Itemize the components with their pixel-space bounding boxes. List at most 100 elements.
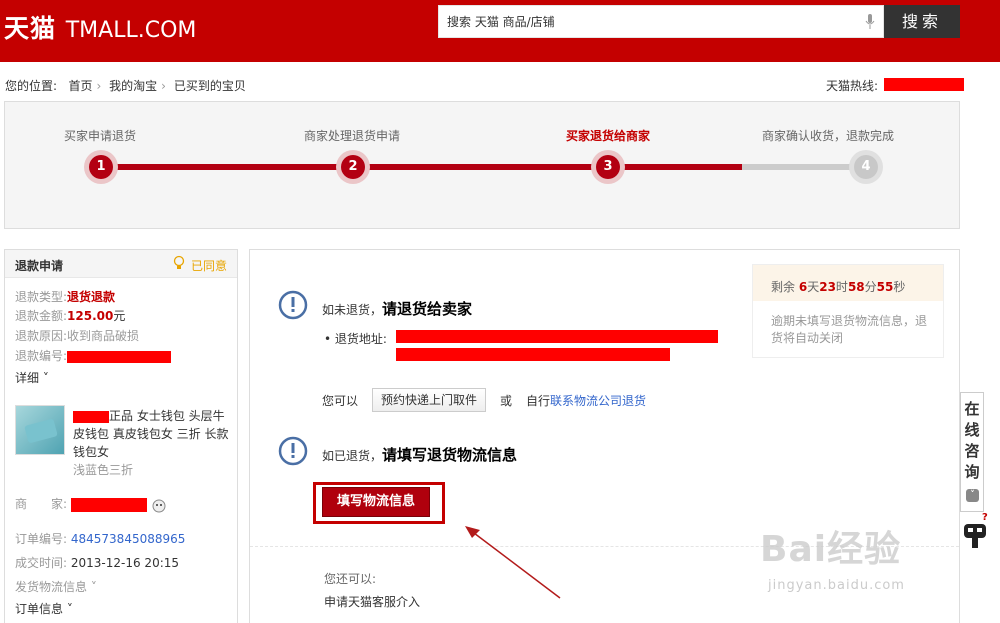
return-to-seller-message: 如未退货，请退货给卖家 (322, 298, 472, 319)
countdown-seconds-unit: 秒 (893, 280, 906, 294)
baidu-watermark: Bai经验 (760, 529, 902, 570)
chevron-down-icon: ˅ (66, 602, 73, 616)
chat-tab-char-3: 咨 (964, 442, 980, 460)
breadcrumb: 您的位置: 首页 › 我的淘宝 › 已买到的宝贝 (5, 77, 246, 94)
schedule-pickup-button[interactable]: 预约快递上门取件 (372, 388, 486, 412)
redacted-address-line-1 (396, 330, 718, 343)
microphone-icon[interactable] (865, 14, 875, 30)
countdown-seconds: 55 (876, 280, 894, 294)
refund-amount-row: 退款金额:125.00元 (15, 307, 125, 324)
return-address-label: 退货地址: (334, 332, 387, 346)
refund-amount-unit: 元 (113, 309, 126, 323)
chat-tab-char-2: 线 (964, 421, 980, 439)
product-title[interactable]: 正品 女士钱包 头层牛皮钱包 真皮钱包女 三折 长款钱包女 (73, 407, 233, 461)
wangwang-chat-icon[interactable] (151, 497, 167, 513)
apply-customer-service-link[interactable]: 申请天猫客服介入 (324, 593, 420, 610)
exclamation-icon (278, 436, 308, 466)
refund-summary-panel: 退款申请 已同意 退款类型:退货退款 退款金额:125.00元 退款原因:收到商… (4, 249, 238, 623)
refund-detail-label: 详细 (15, 371, 40, 385)
contact-logistics-link[interactable]: 联系物流公司退货 (550, 394, 646, 408)
product-color: 浅蓝色三折 (73, 463, 134, 477)
self-ship-row: 自行联系物流公司退货 (526, 392, 646, 409)
countdown-header: 剩余 6天23时58分55秒 (753, 265, 943, 301)
refund-amount-value: 125.00 (67, 309, 114, 323)
step-4-label: 商家确认收货，退款完成 (761, 129, 894, 143)
product-thumbnail[interactable] (15, 405, 65, 455)
msg2-bold: 请填写退货物流信息 (382, 446, 518, 464)
fill-logistics-message: 如已退货，请填写退货物流信息 (322, 444, 517, 465)
step-4-node: 4 (849, 150, 883, 184)
redacted-refund-id (67, 350, 172, 363)
shipping-info-row[interactable]: 发货物流信息 ˅ (15, 578, 97, 595)
mascot-icon[interactable]: ? (960, 510, 998, 550)
search-input[interactable] (447, 14, 847, 28)
deal-time-value: 2013-12-16 20:15 (70, 556, 180, 570)
countdown-prefix: 剩余 (771, 280, 796, 294)
seller-row: 商 家: (15, 495, 167, 513)
refund-type-row: 退款类型:退货退款 (15, 288, 115, 305)
redacted-product-brand (73, 410, 109, 423)
deal-time-row: 成交时间: 2013-12-16 20:15 (15, 554, 179, 571)
breadcrumb-bought-items[interactable]: 已买到的宝贝 (174, 79, 246, 93)
chevron-down-icon[interactable]: ˅ (966, 489, 979, 502)
refund-status: 已同意 (190, 259, 227, 273)
countdown-timer: 剩余 6天23时58分55秒 (771, 278, 905, 295)
chevron-right-icon: › (161, 79, 166, 93)
step-2-number: 2 (341, 155, 365, 179)
countdown-days-unit: 天 (807, 280, 820, 294)
chevron-right-icon: › (96, 79, 102, 93)
refund-reason-label: 退款原因: (15, 329, 68, 343)
step-1-node: 1 (84, 150, 118, 184)
seller-label: 商 家: (15, 497, 68, 511)
order-id-label: 订单编号: (15, 532, 68, 546)
lightbulb-icon (173, 255, 185, 269)
countdown-minutes: 58 (847, 280, 865, 294)
refund-title: 退款申请 (15, 259, 64, 273)
also-can-label: 您还可以: (324, 572, 377, 586)
refund-id-row: 退款编号: (15, 347, 172, 364)
step-2-node: 2 (336, 150, 370, 184)
fill-logistics-button[interactable]: 填写物流信息 (322, 487, 430, 517)
step-3-number: 3 (596, 155, 620, 179)
step-3-node: 3 (591, 150, 625, 184)
redacted-seller-name (71, 497, 148, 512)
svg-text:?: ? (982, 512, 988, 523)
or-label: 或 (500, 394, 513, 408)
return-address-row: • 退货地址: (324, 332, 387, 346)
refund-id-label: 退款编号: (15, 349, 68, 363)
order-id-row: 订单编号: 484573845088965 (15, 530, 185, 547)
search-box (438, 5, 884, 38)
countdown-minutes-unit: 分 (864, 280, 877, 294)
tmall-logo[interactable]: 天猫 TMALL.COM (4, 9, 196, 45)
breadcrumb-my-taobao[interactable]: 我的淘宝 (109, 79, 157, 93)
refund-summary-header: 退款申请 已同意 (5, 250, 237, 278)
countdown-hours: 23 (819, 280, 836, 294)
chat-tab-char-4: 询 (964, 463, 980, 481)
progress-track-done (101, 164, 742, 170)
order-id-link[interactable]: 484573845088965 (71, 532, 186, 546)
logo-cn: 天猫 (4, 14, 57, 43)
refund-reason-value: 收到商品破损 (67, 329, 140, 343)
refund-reason-row: 退款原因:收到商品破损 (15, 327, 139, 344)
msg1-prefix: 如未退货， (322, 303, 383, 317)
chevron-down-icon: ˅ (90, 580, 97, 594)
countdown-days: 6 (798, 280, 808, 294)
breadcrumb-home[interactable]: 首页 (69, 79, 93, 93)
chat-tab-char-1: 在 (964, 400, 980, 418)
order-info-toggle[interactable]: 订单信息 ˅ (15, 600, 73, 617)
shipping-info-label: 发货物流信息 (15, 580, 88, 594)
redacted-hotline (884, 78, 964, 91)
refund-progress: 买家申请退货 商家处理退货申请 买家退货给商家 商家确认收货，退款完成 1 2 … (4, 101, 960, 229)
refund-type-value: 退货退款 (67, 290, 116, 304)
online-consult-tab[interactable]: 在 线 咨 询 ˅ (960, 392, 984, 512)
exclamation-icon (278, 290, 308, 320)
refund-amount-label: 退款金额: (15, 309, 68, 323)
refund-type-label: 退款类型: (15, 290, 68, 304)
refund-detail-toggle[interactable]: 详细 ˅ (15, 369, 49, 386)
order-info-label: 订单信息 (15, 602, 64, 616)
breadcrumb-label: 您的位置: (5, 79, 58, 93)
deal-time-label: 成交时间: (15, 556, 68, 570)
search-button[interactable]: 搜索 (884, 5, 960, 38)
step-4-number: 4 (854, 155, 878, 179)
self-ship-label: 自行 (526, 394, 551, 408)
